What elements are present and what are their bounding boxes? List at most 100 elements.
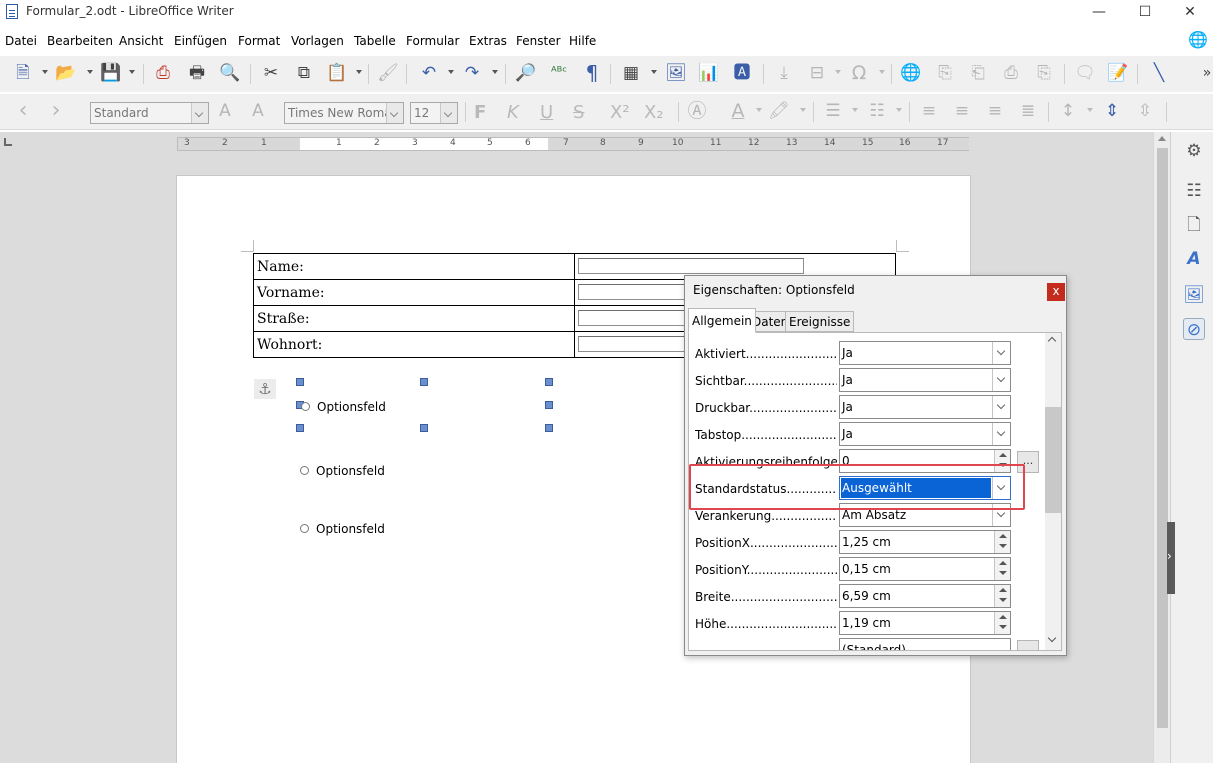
spelling-icon[interactable]: ᴬᴮᶜ (548, 62, 570, 84)
menu-format[interactable]: Format (238, 34, 280, 48)
footnote-icon[interactable]: ⎘ (934, 62, 956, 84)
align-center-icon[interactable]: ≡ (951, 100, 973, 122)
spin-arrows-icon[interactable] (994, 585, 1010, 607)
anchor-icon[interactable]: ⚓ (254, 379, 276, 399)
hyperlink-icon[interactable]: 🌐 (900, 62, 922, 84)
tab-ereignisse[interactable]: Ereignisse (785, 311, 855, 332)
formatting-marks-icon[interactable]: ¶ (581, 62, 603, 84)
align-left-icon[interactable]: ≡ (918, 100, 940, 122)
paste-dropdown-caret[interactable] (356, 70, 362, 74)
numbered-list-icon[interactable]: ☷ (866, 100, 888, 122)
properties-scrollbar[interactable] (1045, 333, 1061, 650)
spin-arrows-icon[interactable] (994, 612, 1010, 634)
page-break-icon[interactable]: ⤓ (773, 62, 795, 84)
redo-dropdown-caret[interactable] (492, 70, 498, 74)
find-replace-icon[interactable]: 🔎 (515, 62, 537, 84)
special-char-dropdown-caret[interactable] (879, 70, 885, 74)
insert-textbox-icon[interactable]: 🅰 (731, 62, 753, 84)
positiony-spinner[interactable]: 0,15 cm (839, 557, 1011, 581)
paste-icon[interactable]: 📋 (326, 62, 348, 84)
line-spacing-dropdown-caret[interactable] (1087, 108, 1093, 112)
standardstatus-dropdown[interactable]: Ausgewählt (839, 476, 1011, 500)
chevron-down-icon[interactable] (191, 103, 208, 123)
sidebar-collapse-handle[interactable] (1167, 522, 1175, 594)
field-dropdown-caret[interactable] (835, 70, 841, 74)
export-pdf-icon[interactable]: ⎙ (152, 62, 174, 84)
undo-icon[interactable]: ↶ (418, 62, 440, 84)
chevron-down-icon[interactable] (386, 103, 403, 123)
insert-image-icon[interactable]: 🖼 (665, 62, 687, 84)
font-color-icon[interactable]: A (727, 100, 749, 122)
update-style-icon[interactable]: A (214, 100, 236, 122)
open-dropdown-caret[interactable] (87, 70, 93, 74)
redo-icon[interactable]: ↷ (461, 62, 483, 84)
menu-einfuegen[interactable]: Einfügen (174, 34, 227, 48)
back-arrow-icon[interactable]: ‹ (12, 100, 34, 122)
numbering-dropdown-caret[interactable] (896, 108, 902, 112)
save-dropdown-caret[interactable] (129, 70, 135, 74)
hoehe-spinner[interactable]: 1,19 cm (839, 611, 1011, 635)
selection-handle[interactable] (545, 378, 553, 386)
undo-dropdown-caret[interactable] (448, 70, 454, 74)
menu-hilfe[interactable]: Hilfe (569, 34, 596, 48)
copy-icon[interactable]: ⧉ (293, 62, 315, 84)
spin-arrows-icon[interactable] (994, 450, 1010, 472)
font-name-combo[interactable]: Times New Roman (284, 102, 404, 124)
scroll-up-arrow-icon[interactable] (1158, 136, 1166, 141)
breite-spinner[interactable]: 6,59 cm (839, 584, 1011, 608)
font-color-dropdown-caret[interactable] (756, 108, 762, 112)
tabstop-dropdown[interactable]: Ja (839, 422, 1011, 446)
open-folder-icon[interactable]: 📂 (55, 62, 77, 84)
chevron-down-icon[interactable] (992, 423, 1010, 445)
spin-arrows-icon[interactable] (994, 531, 1010, 553)
cross-reference-icon[interactable]: ⎘ (1033, 62, 1055, 84)
properties-icon[interactable]: ☷ (1183, 180, 1205, 202)
chevron-down-icon[interactable] (440, 103, 457, 123)
highlighting-icon[interactable]: 🖍 (768, 100, 790, 122)
save-icon[interactable]: 💾 (100, 62, 122, 84)
clone-formatting-icon[interactable]: 🖌 (377, 62, 399, 84)
menu-bearbeiten[interactable]: Bearbeiten (47, 34, 113, 48)
comment-icon[interactable]: 🗨 (1074, 62, 1096, 84)
insert-line-icon[interactable]: ╲ (1148, 62, 1170, 84)
scroll-thumb[interactable] (1045, 407, 1061, 513)
strikethrough-button[interactable]: S (573, 102, 584, 123)
maximize-button[interactable]: ☐ (1122, 0, 1168, 24)
decrease-paragraph-spacing-icon[interactable]: ⇳ (1134, 100, 1156, 122)
selection-handle[interactable] (420, 378, 428, 386)
menu-vorlagen[interactable]: Vorlagen (291, 34, 344, 48)
radio-circle[interactable] (300, 466, 309, 475)
selection-handle[interactable] (420, 424, 428, 432)
insert-table-icon[interactable]: ▦ (620, 62, 642, 84)
ruler-tab-stop-icon[interactable] (4, 138, 12, 146)
bullet-dropdown-caret[interactable] (852, 108, 858, 112)
new-style-icon[interactable]: A (247, 100, 269, 122)
menu-extras[interactable]: Extras (469, 34, 507, 48)
selection-handle[interactable] (545, 424, 553, 432)
subscript-button[interactable]: X₂ (644, 102, 664, 123)
chevron-up-icon[interactable] (1047, 336, 1057, 346)
increase-paragraph-spacing-icon[interactable]: ⇕ (1101, 100, 1123, 122)
print-preview-icon[interactable]: 🔍 (219, 62, 241, 84)
menu-datei[interactable]: Datei (5, 34, 37, 48)
clear-formatting-icon[interactable]: Ⓐ (686, 100, 708, 122)
aktivierungsreihenfolge-spinner[interactable]: 0 (839, 449, 1011, 473)
ellipsis-button[interactable] (1017, 640, 1039, 650)
align-right-icon[interactable]: ≡ (984, 100, 1006, 122)
special-character-icon[interactable]: Ω (848, 62, 870, 84)
endnote-icon[interactable]: ⎗ (967, 62, 989, 84)
sichtbar-dropdown[interactable]: Ja (839, 368, 1011, 392)
radio-circle[interactable] (301, 402, 310, 411)
gear-icon[interactable]: ⚙ (1183, 140, 1205, 162)
positionx-spinner[interactable]: 1,25 cm (839, 530, 1011, 554)
table-dropdown-caret[interactable] (651, 70, 657, 74)
selection-handle[interactable] (296, 424, 304, 432)
menu-ansicht[interactable]: Ansicht (119, 34, 163, 48)
chevron-down-icon[interactable] (1047, 633, 1057, 643)
spin-arrows-icon[interactable] (994, 558, 1010, 580)
ellipsis-button[interactable]: ... (1017, 451, 1039, 473)
bullet-list-icon[interactable]: ☰ (822, 100, 844, 122)
scroll-thumb[interactable] (1157, 148, 1168, 728)
aktiviert-dropdown[interactable]: Ja (839, 341, 1011, 365)
navigator-icon[interactable]: ⊘ (1183, 318, 1205, 340)
